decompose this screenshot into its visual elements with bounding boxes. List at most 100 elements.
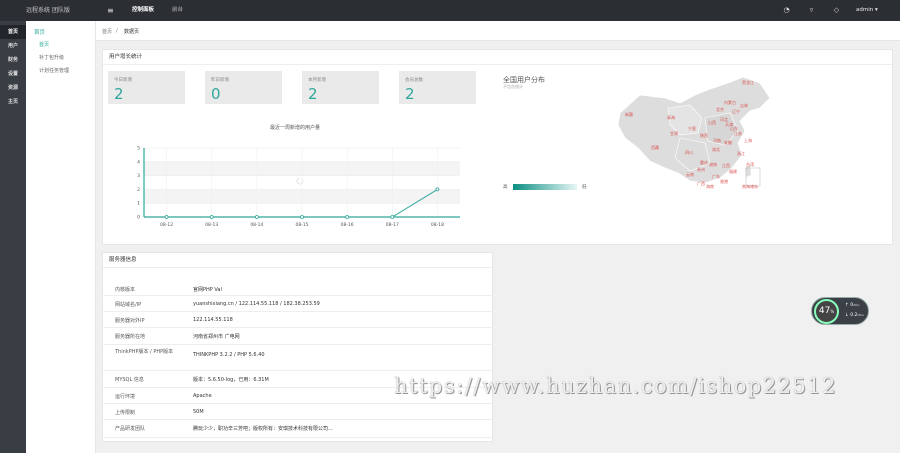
- subnav-title[interactable]: 首页: [34, 28, 45, 36]
- stat-value: 0: [211, 85, 221, 103]
- stat-label: 会员总数: [405, 78, 423, 83]
- stat-month-new: 本月新增 2: [302, 71, 379, 104]
- map-label: 广西: [697, 181, 705, 186]
- map-label: 重庆: [700, 160, 708, 165]
- watermark-text: https://www.huzhan.com/ishop22512: [394, 374, 838, 398]
- data-point: [390, 215, 395, 219]
- app-logo[interactable]: 远程系统 团队版: [0, 0, 96, 21]
- y-tick-label: 2: [137, 187, 140, 193]
- server-row: 内核版本 官网PHP Val: [102, 281, 493, 296]
- server-row-label: MYSQL 信息: [115, 377, 144, 383]
- cpu-percent: 47%: [814, 299, 839, 324]
- server-row-value: Apache: [193, 393, 212, 399]
- server-row-label: 网站域名/IP: [115, 302, 142, 308]
- server-row: ThinkPHP版本 / PHP版本 THINKPHP 3.2.2 / PHP 5…: [102, 345, 493, 371]
- data-point: [435, 187, 440, 192]
- map-label: 陕西: [700, 133, 708, 138]
- breadcrumb-separator: /: [116, 28, 118, 34]
- data-point: [209, 215, 214, 219]
- map-label: 黑龙江: [742, 80, 754, 85]
- breadcrumb-home[interactable]: 首页: [102, 28, 112, 35]
- sidebar-item-homepage[interactable]: 主页: [0, 95, 26, 109]
- y-tick-label: 1: [137, 201, 140, 207]
- loading-spinner-dot: [299, 183, 301, 185]
- map-label: 湖北: [712, 147, 720, 152]
- shirt-icon[interactable]: ▿: [806, 5, 817, 16]
- data-point: [254, 215, 259, 219]
- y-tick-label: 3: [137, 173, 140, 179]
- network-monitor-widget[interactable]: 47% ↑ 0KB/s ↓ 0.2KB/s: [811, 297, 869, 325]
- tag-icon[interactable]: ◇: [831, 5, 842, 16]
- sidebar-item-home[interactable]: 首页: [0, 25, 26, 39]
- map-subtitle: 不包含统计: [503, 84, 523, 89]
- y-tick-label: 5: [137, 146, 140, 152]
- stat-today-new: 今日新增 2: [108, 71, 185, 104]
- map-label: 广东: [712, 174, 720, 179]
- map-label: 宁夏: [688, 126, 696, 131]
- sidebar-item-users[interactable]: 用户: [0, 39, 26, 53]
- stat-value: 2: [308, 85, 318, 103]
- map-label: 安徽: [724, 140, 732, 145]
- map-legend-low: 高: [503, 185, 508, 190]
- topnav-control-panel[interactable]: 控制面板: [132, 0, 154, 21]
- stat-member-total: 会员总数 2: [399, 71, 476, 104]
- weekly-new-users-chart: 0 1 2 3 4 5 08-12 08-13 08-14 08-15 08-16 08-17 08-1…: [137, 146, 460, 228]
- server-row-value: 河南省郑州市 广电网: [193, 334, 240, 340]
- topnav-frontend[interactable]: 前台: [172, 0, 183, 21]
- subnav-item-scheduled-tasks[interactable]: 计划任务管理: [39, 67, 69, 74]
- china-map[interactable]: [610, 73, 780, 191]
- server-info-title: 服务器信息: [103, 253, 492, 268]
- chart-title: 最近一周新增的用户量: [270, 125, 321, 131]
- server-row-label: 服务器所在地: [115, 334, 146, 340]
- map-label: 福建: [729, 169, 737, 174]
- map-label: 吉林: [740, 103, 748, 108]
- sidebar-item-settings[interactable]: 设置: [0, 67, 26, 81]
- map-label: 上海: [744, 138, 752, 143]
- x-tick-label: 08-16: [341, 222, 354, 228]
- server-row-value: 版本：5.6.50-log，已用：6.31M: [193, 377, 269, 383]
- server-row: 服务器所在地 河南省郑州市 广电网: [102, 328, 493, 345]
- map-label: 台湾: [746, 162, 754, 167]
- x-tick-label: 08-14: [250, 222, 263, 228]
- breadcrumb-current: 数据页: [124, 29, 140, 35]
- loading-spinner-dot: [301, 178, 303, 180]
- map-label: 新疆: [625, 112, 633, 117]
- stat-yesterday-new: 昨日新增 0: [205, 71, 282, 104]
- data-point: [164, 215, 169, 219]
- sub-sidebar: 首页 首页 补丁包升级 计划任务管理: [26, 21, 96, 453]
- user-menu[interactable]: admin ▾: [856, 0, 878, 21]
- y-tick-label: 0: [137, 215, 140, 221]
- sidebar-item-resources[interactable]: 资源: [0, 81, 26, 95]
- map-label: 江苏: [734, 131, 742, 136]
- loading-spinner-dot: [297, 182, 299, 184]
- map-label: 辽宁: [732, 109, 740, 114]
- sidebar-item-finance[interactable]: 财务: [0, 53, 26, 67]
- main-sidebar: 首页 用户 财务 设置 资源 主页: [0, 21, 26, 453]
- menu-toggle-icon[interactable]: ≡: [107, 6, 116, 15]
- x-tick-label: 08-18: [431, 222, 444, 228]
- server-row-value: 官网PHP Val: [193, 287, 222, 293]
- x-tick-label: 08-12: [160, 222, 173, 228]
- server-row: 服务器对外IP 122.114.55.118: [102, 312, 493, 328]
- map-label: 甘肃: [670, 131, 678, 136]
- server-row-label: 运行环境: [115, 394, 136, 400]
- subnav-item-home[interactable]: 首页: [39, 41, 49, 48]
- subnav-item-patch-upgrade[interactable]: 补丁包升级: [39, 54, 64, 61]
- server-row-value: yuanshixiang.cn / 122.114.55.118 / 182.3…: [193, 301, 320, 307]
- server-row-value: 50M: [193, 409, 204, 415]
- map-label: 云南: [686, 172, 694, 177]
- top-bar: 远程系统 团队版 ≡ 控制面板 前台 ◔ ▿ ◇ admin ▾: [0, 0, 900, 21]
- map-legend-bar: [513, 184, 577, 190]
- stat-label: 今日新增: [114, 78, 132, 83]
- data-point: [345, 215, 350, 219]
- breadcrumb: 首页 / 数据页: [96, 21, 900, 41]
- x-tick-label: 08-13: [205, 222, 218, 228]
- loading-spinner-dot: [302, 180, 304, 182]
- stat-label: 昨日新增: [211, 78, 229, 83]
- map-label: 贵州: [697, 167, 705, 172]
- map-label: 北京: [716, 107, 724, 112]
- server-row-label: 服务器对外IP: [115, 318, 145, 324]
- bell-icon[interactable]: ◔: [781, 5, 792, 16]
- map-label: 内蒙古: [724, 100, 736, 105]
- map-label: 南海诸岛: [742, 184, 758, 189]
